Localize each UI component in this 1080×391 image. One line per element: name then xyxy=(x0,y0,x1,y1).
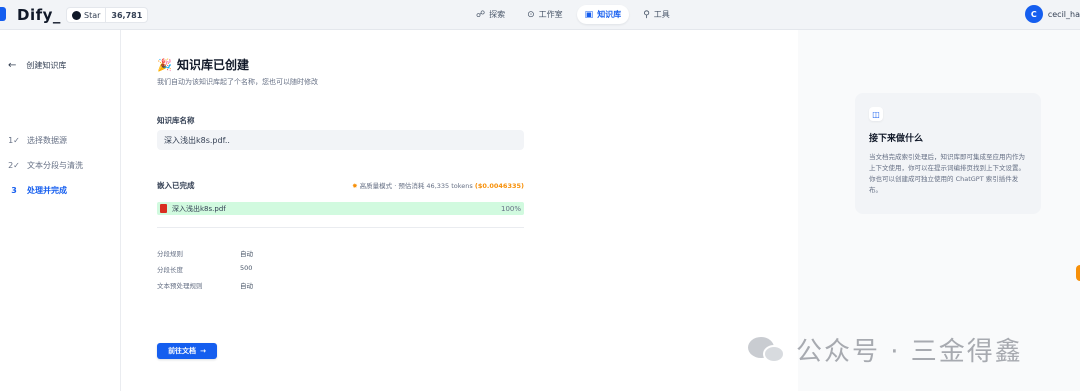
back-label: 创建知识库 xyxy=(26,61,67,70)
step-label: 处理并完成 xyxy=(27,185,67,195)
rule-key: 分段长度 xyxy=(157,266,183,274)
knowledge-name-input[interactable]: 深入浅出k8s.pdf.. xyxy=(157,130,524,150)
github-star-badge[interactable]: Star 36,781 xyxy=(66,7,149,23)
file-progress-value: 100% xyxy=(500,204,521,213)
next-steps-card: ◫ 接下来做什么 当文档完成索引处理后，知识库即可集成至应用内作为上下文使用，你… xyxy=(855,93,1041,214)
page-subtitle: 我们自动为该知识库起了个名称，您也可以随时修改 xyxy=(157,78,318,86)
step-check-icon: 2✓ xyxy=(8,160,20,170)
studio-icon: ⊙ xyxy=(527,9,535,20)
next-steps-body: 当文档完成索引处理后，知识库即可集成至应用内作为上下文使用，你可以在提示词编排页… xyxy=(869,153,1025,194)
nav-knowledge-label: 知识库 xyxy=(597,10,622,19)
user-name: cecil_ha xyxy=(1047,9,1080,19)
nav-explore-label: 探索 xyxy=(489,10,506,19)
book-icon: ◫ xyxy=(869,107,883,121)
step-list: 1✓ 选择数据源 2✓ 文本分段与清洗 3 处理并完成 xyxy=(7,134,83,209)
knowledge-name-label: 知识库名称 xyxy=(157,116,195,125)
embedding-status-title: 嵌入已完成 xyxy=(157,181,195,190)
nav-studio[interactable]: ⊙ 工作室 xyxy=(519,5,571,24)
nav-knowledge[interactable]: ▣ 知识库 xyxy=(576,5,630,24)
nav-tools[interactable]: ⚲ 工具 xyxy=(635,5,678,24)
avatar: C xyxy=(1024,5,1043,23)
arrow-left-icon: ← xyxy=(8,60,17,71)
rule-key: 文本预处理规则 xyxy=(157,282,203,290)
step-number: 3 xyxy=(11,185,17,195)
party-popper-icon: 🎉 xyxy=(157,57,172,72)
embedding-mode: 高质量模式 · 预估消耗 46,335 tokens xyxy=(359,182,473,190)
rule-key: 分段规则 xyxy=(157,250,183,258)
go-to-document-button[interactable]: 前往文档 → xyxy=(157,343,217,359)
explore-icon: ☍ xyxy=(476,9,486,20)
rule-value: 自动 xyxy=(240,282,253,290)
rule-row: 文本预处理规则 自动 xyxy=(157,280,253,290)
rule-value: 500 xyxy=(240,264,253,272)
file-progress-row: 深入浅出k8s.pdf 100% xyxy=(157,202,524,215)
app-logo[interactable]: Dify_ xyxy=(17,6,61,24)
github-star-count: 36,781 xyxy=(105,8,147,22)
rule-value: 自动 xyxy=(240,250,253,258)
step-check-icon: 1✓ xyxy=(8,135,20,145)
embedding-cost: ($0.0046335) xyxy=(474,182,524,190)
step-item: 2✓ 文本分段与清洗 xyxy=(7,159,83,171)
go-to-document-label: 前往文档 xyxy=(168,347,197,355)
back-button[interactable]: ← 创建知识库 xyxy=(8,60,66,71)
next-steps-title: 接下来做什么 xyxy=(869,134,924,144)
main-nav: ☍ 探索 ⊙ 工作室 ▣ 知识库 ⚲ 工具 xyxy=(468,5,678,24)
floating-handle[interactable] xyxy=(1076,265,1080,281)
user-menu[interactable]: C cecil_ha xyxy=(1024,5,1080,23)
tools-icon: ⚲ xyxy=(643,9,650,20)
nav-tools-label: 工具 xyxy=(653,10,670,19)
top-bar: Dify_ Star 36,781 ☍ 探索 ⊙ 工作室 ▣ 知识库 ⚲ 工具 … xyxy=(0,0,1080,30)
step-label: 选择数据源 xyxy=(27,135,67,145)
main-panel: 🎉 知识库已创建 我们自动为该知识库起了个名称，您也可以随时修改 知识库名称 深… xyxy=(121,30,798,391)
segment-rules: 分段规则 自动 分段长度 500 文本预处理规则 自动 xyxy=(157,248,253,296)
rule-row: 分段规则 自动 xyxy=(157,248,253,258)
nav-studio-label: 工作室 xyxy=(538,10,563,19)
watermark: 公众号 · 三金得鑫 xyxy=(748,331,1023,368)
knowledge-icon: ▣ xyxy=(584,9,594,20)
nav-explore[interactable]: ☍ 探索 xyxy=(468,5,513,24)
sidebar: ← 创建知识库 1✓ 选择数据源 2✓ 文本分段与清洗 3 处理并完成 xyxy=(0,30,121,391)
step-label: 文本分段与清洗 xyxy=(27,160,83,170)
divider xyxy=(157,227,524,228)
sparkle-icon: ✸ xyxy=(352,182,358,190)
arrow-right-icon: → xyxy=(200,347,206,355)
wechat-icon xyxy=(748,335,788,365)
github-star-label: Star xyxy=(84,10,101,20)
file-name: 深入浅出k8s.pdf xyxy=(172,204,226,213)
github-icon xyxy=(72,10,81,20)
pdf-file-icon xyxy=(160,204,167,213)
watermark-text: 公众号 · 三金得鑫 xyxy=(796,337,1023,367)
embedding-info: ✸ 高质量模式 · 预估消耗 46,335 tokens ($0.0046335… xyxy=(347,180,524,190)
step-item: 1✓ 选择数据源 xyxy=(7,134,83,146)
rule-row: 分段长度 500 xyxy=(157,264,253,274)
logo-mark xyxy=(0,7,6,21)
page-title-text: 知识库已创建 xyxy=(176,58,249,72)
page-title: 🎉 知识库已创建 xyxy=(157,56,249,73)
step-item-current: 3 处理并完成 xyxy=(7,184,83,196)
